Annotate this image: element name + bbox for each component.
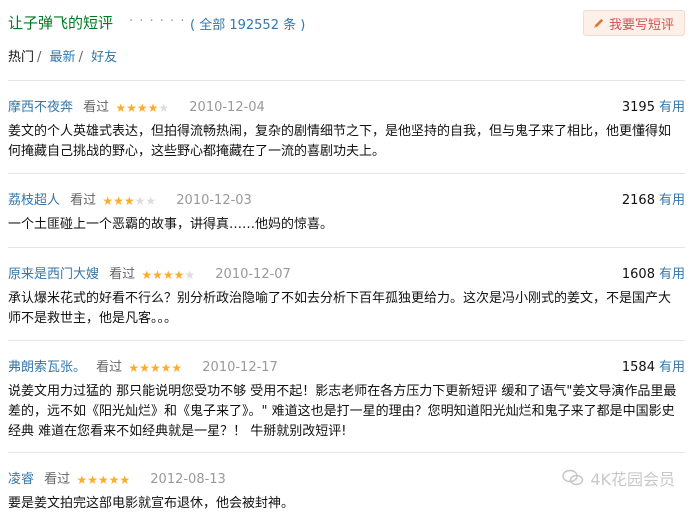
- star-icon: ★: [126, 101, 137, 115]
- divider: [8, 247, 685, 248]
- review-author[interactable]: 凌睿: [8, 472, 34, 487]
- review-content: 承认爆米花式的好看不行么？别分析政治隐喻了不如去分析下百年孤独更给力。这次是冯小…: [8, 291, 672, 326]
- write-review-label: 我要写短评: [608, 17, 674, 33]
- tab-separator: /: [37, 50, 42, 65]
- star-icon: ★: [160, 361, 172, 375]
- star-icon: ★: [76, 473, 88, 487]
- review-author[interactable]: 原来是西门大嫂: [8, 267, 99, 282]
- review-content: 说姜文用力过猛的 那只能说明您受功不够 受用不起！影志老师在各方压力下更新短评 …: [8, 384, 677, 439]
- review-date: 2012-08-13: [150, 472, 226, 487]
- star-icon: ★: [152, 268, 163, 282]
- divider: [8, 80, 685, 81]
- page-title: 让子弹飞的短评: [8, 14, 114, 32]
- useful-button[interactable]: 有用: [659, 360, 685, 375]
- star-icon: ★: [171, 361, 183, 375]
- star-icon: ★: [145, 194, 157, 208]
- review-author[interactable]: 摩西不夜奔: [8, 100, 73, 115]
- review-author[interactable]: 弗朗索瓦张。: [8, 360, 86, 375]
- header: 让子弹飞的短评 · · · · · · ( 全部 192552 条 ) 我要写短…: [8, 10, 685, 38]
- divider: [8, 173, 685, 174]
- divider: [8, 340, 685, 341]
- title-dots: · · · · · ·: [129, 14, 186, 29]
- watermark: 4K花园会员: [562, 466, 675, 490]
- review-content: 要是姜文拍完这部电影就宣布退休，他会被封神。: [8, 496, 295, 511]
- review-status: 看过: [70, 193, 97, 208]
- rating-stars: ★★★★★: [141, 268, 195, 283]
- review-status: 看过: [83, 100, 110, 115]
- watermark-text: 4K花园会员: [590, 470, 675, 489]
- vote-count: 1584: [621, 360, 655, 375]
- divider: [8, 452, 685, 453]
- star-icon: ★: [141, 268, 153, 282]
- review-date: 2010-12-03: [176, 193, 252, 208]
- rating-stars: ★★★★★: [128, 361, 182, 376]
- review-date: 2010-12-04: [189, 100, 265, 115]
- review-meta: 摩西不夜奔 看过 ★★★★★ 2010-12-04 3195 有用: [8, 96, 685, 116]
- total-reviews-link[interactable]: ( 全部 192552 条 ): [190, 14, 305, 33]
- star-icon: ★: [149, 361, 161, 375]
- star-icon: ★: [162, 268, 174, 282]
- review-votes: 1584 有用: [622, 356, 685, 375]
- review-meta: 荔枝超人 看过 ★★★★★ 2010-12-03 2168 有用: [8, 189, 685, 209]
- review-item: 弗朗索瓦张。 看过 ★★★★★ 2010-12-17 1584 有用 说姜文用力过…: [8, 356, 685, 442]
- review-author[interactable]: 荔枝超人: [8, 193, 60, 208]
- review-meta: 弗朗索瓦张。 看过 ★★★★★ 2010-12-17 1584 有用: [8, 356, 685, 376]
- review-content: 姜文的个人英雄式表达，但拍得流畅热闹，复杂的剧情细节之下，是他坚持的自我，但与鬼…: [8, 124, 672, 159]
- rating-stars: ★★★★★: [76, 473, 130, 488]
- review-date: 2010-12-07: [215, 267, 291, 282]
- star-icon: ★: [147, 101, 159, 115]
- star-icon: ★: [108, 473, 120, 487]
- useful-button[interactable]: 有用: [659, 193, 685, 208]
- star-icon: ★: [97, 473, 109, 487]
- review-date: 2010-12-17: [202, 360, 278, 375]
- star-icon: ★: [136, 101, 148, 115]
- review-item: 荔枝超人 看过 ★★★★★ 2010-12-03 2168 有用 一个土匪碰上一个…: [8, 189, 685, 235]
- star-icon: ★: [158, 101, 170, 115]
- review-votes: 3195 有用: [622, 96, 685, 115]
- tab-latest[interactable]: 最新: [50, 50, 76, 65]
- rating-stars: ★★★★★: [115, 101, 169, 116]
- review-status: 看过: [96, 360, 123, 375]
- review-content: 一个土匪碰上一个恶霸的故事，讲得真……他妈的惊喜。: [8, 217, 334, 232]
- star-icon: ★: [119, 473, 131, 487]
- review-item: 摩西不夜奔 看过 ★★★★★ 2010-12-04 3195 有用 姜文的个人英雄…: [8, 96, 685, 162]
- tab-friends[interactable]: 好友: [91, 50, 117, 65]
- pencil-icon: [593, 18, 604, 28]
- vote-count: 1608: [621, 267, 655, 282]
- tab-hot[interactable]: 热门: [8, 50, 34, 65]
- star-icon: ★: [113, 194, 124, 208]
- rating-stars: ★★★★★: [102, 194, 156, 209]
- review-item: 原来是西门大嫂 看过 ★★★★★ 2010-12-07 1608 有用 承认爆米花…: [8, 263, 685, 329]
- review-votes: 1608 有用: [622, 263, 685, 282]
- star-icon: ★: [184, 268, 196, 282]
- review-meta: 原来是西门大嫂 看过 ★★★★★ 2010-12-07 1608 有用: [8, 263, 685, 283]
- review-status: 看过: [109, 267, 136, 282]
- vote-count: 2168: [621, 193, 655, 208]
- write-review-button[interactable]: 我要写短评: [582, 10, 685, 36]
- wechat-icon: [562, 469, 584, 486]
- star-icon: ★: [102, 194, 114, 208]
- star-icon: ★: [139, 361, 150, 375]
- review-votes: 2168 有用: [622, 189, 685, 208]
- sort-tabs: 热门 / 最新 / 好友: [8, 46, 119, 65]
- useful-button[interactable]: 有用: [659, 100, 685, 115]
- useful-button[interactable]: 有用: [659, 267, 685, 282]
- star-icon: ★: [115, 101, 127, 115]
- star-icon: ★: [134, 194, 146, 208]
- star-icon: ★: [128, 361, 140, 375]
- star-icon: ★: [87, 473, 98, 487]
- tab-separator: /: [78, 50, 83, 65]
- vote-count: 3195: [621, 100, 655, 115]
- star-icon: ★: [173, 268, 185, 282]
- review-status: 看过: [44, 472, 71, 487]
- star-icon: ★: [123, 194, 135, 208]
